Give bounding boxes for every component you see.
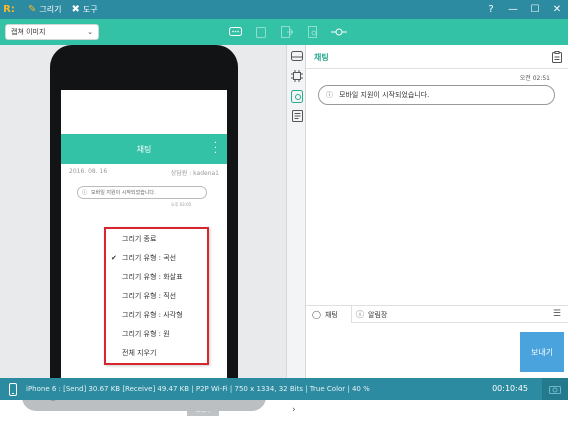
phone-app-title: 채팅 [136,144,152,154]
export-icon[interactable] [274,23,300,41]
chat-tabs: ◯ 채팅 ⓘ 알림장 ☰ [306,305,568,323]
menu-item-label: 그리기 유형 : 사각형 [122,311,183,319]
chat-bubble-icon: ◯ [312,310,321,319]
menu-item-label: 전체 지우기 [122,349,157,357]
elapsed-time: 00:10:45 [492,384,528,393]
info-icon: ⓘ [82,190,88,196]
capture-mode-value: 캡쳐 이미지 [11,28,46,36]
status-bar: iPhone 6 : [Send] 30.67 KB [Receive] 49.… [0,378,568,400]
menu-item-arrow[interactable]: 그리기 유형 : 화살표 [106,268,207,286]
menu-item-rectangle[interactable]: 그리기 유형 : 사각형 [106,306,207,324]
connection-icon[interactable] [326,23,352,41]
clipboard-icon[interactable] [552,51,562,66]
message-bubble: ⓘ 모바일 지원이 시작되었습니다. [318,85,555,105]
phone-chat-bubble-text: 모바일 지원이 시작되었습니다. [91,190,156,196]
menu-item-line[interactable]: 그리기 유형 : 직선 [106,287,207,305]
menu-item-label: 그리기 유형 : 화살표 [122,273,183,281]
menu-item-label: 그리기 종료 [122,235,157,243]
chevron-right-icon[interactable]: › [292,405,296,415]
side-icon-strip: › [286,45,306,415]
checkmark-icon: ✔ [111,254,117,262]
toolbar: 캡쳐 이미지 ⌄ [0,19,568,45]
status-info: iPhone 6 : [Send] 30.67 KB [Receive] 49.… [26,385,370,393]
menu-item-curve[interactable]: ✔ 그리기 유형 : 곡선 [106,249,207,267]
notes-icon[interactable] [290,109,304,123]
tab-chat[interactable]: ◯ 채팅 [306,306,352,323]
file-search-icon[interactable] [300,23,326,41]
phone-chat-bubble: ⓘ 모바일 지원이 시작되었습니다. [77,186,207,199]
menu-item-label: 그리기 유형 : 직선 [122,292,177,300]
tab-notice-label: 알림장 [368,310,388,319]
capture-mode-select[interactable]: 캡쳐 이미지 ⌄ [5,24,99,40]
chat-tab-icon[interactable] [290,89,304,103]
phone-icon [6,382,20,396]
more-options-icon: · · · [213,138,217,159]
chip-icon[interactable] [290,69,304,83]
phone-chat-date: 2016. 08. 16 [69,168,108,175]
menu-item-stop-drawing[interactable]: 그리기 종료 [106,230,207,248]
menu-item-label: 그리기 유형 : 원 [122,330,170,338]
menu-item-circle[interactable]: 그리기 유형 : 원 [106,325,207,343]
tab-chat-label: 채팅 [324,310,338,319]
window-controls: ? — ☐ ✕ [480,0,568,19]
help-button[interactable]: ? [480,4,502,15]
pen-icon: ✎ [28,4,37,15]
menu-item-label: 그리기 유형 : 곡선 [122,254,177,262]
info-icon: ⓘ [356,310,364,319]
tools-icon: ✖ [71,4,80,15]
toolbar-icons [222,23,352,41]
camera-icon[interactable] [542,378,568,400]
chat-divider [306,68,568,69]
message-text: 모바일 지원이 시작되었습니다. [339,91,430,99]
info-icon: ⓘ [326,91,333,99]
send-button[interactable]: 보내기 [520,332,564,372]
phone-chat-time: 오후 03:05 [171,202,192,207]
chat-title: 채팅 [314,53,329,62]
title-bar: R: ✎ 그리기 ✖ 도구 ? — ☐ ✕ [0,0,568,19]
draw-context-menu: 그리기 종료 ✔ 그리기 유형 : 곡선 그리기 유형 : 화살표 그리기 유형… [104,227,209,365]
close-button[interactable]: ✕ [546,4,568,15]
menu-tools-label: 도구 [82,5,98,14]
menu-item-clear-all[interactable]: 전체 지우기 [106,344,207,362]
phone-chat-agent: 상담원 : kadena1 [170,170,219,177]
chevron-down-icon: ⌄ [87,28,93,36]
chat-icon[interactable] [222,23,248,41]
minimize-button[interactable]: — [502,4,524,15]
menu-icon[interactable]: ☰ [553,309,561,319]
device-view-pane: 채팅 · · · 2016. 08. 16 상담원 : kadena1 ⓘ 모바일 … [0,45,286,423]
clipboard-icon[interactable] [248,23,274,41]
drive-icon[interactable] [290,49,304,63]
menu-tools[interactable]: ✖ 도구 [71,4,97,15]
message-time: 오전 02:51 [519,75,550,82]
app-logo-icon: R: [3,4,15,15]
maximize-button[interactable]: ☐ [524,4,546,15]
tab-notice[interactable]: ⓘ 알림장 [356,306,416,323]
menu-draw[interactable]: ✎ 그리기 [28,4,61,15]
phone-app-header: 채팅 · · · [61,134,227,164]
chat-pane: 채팅 오전 02:51 ⓘ 모바일 지원이 시작되었습니다. ◯ 채팅 ⓘ 알림… [306,45,568,378]
menu-draw-label: 그리기 [39,5,62,14]
